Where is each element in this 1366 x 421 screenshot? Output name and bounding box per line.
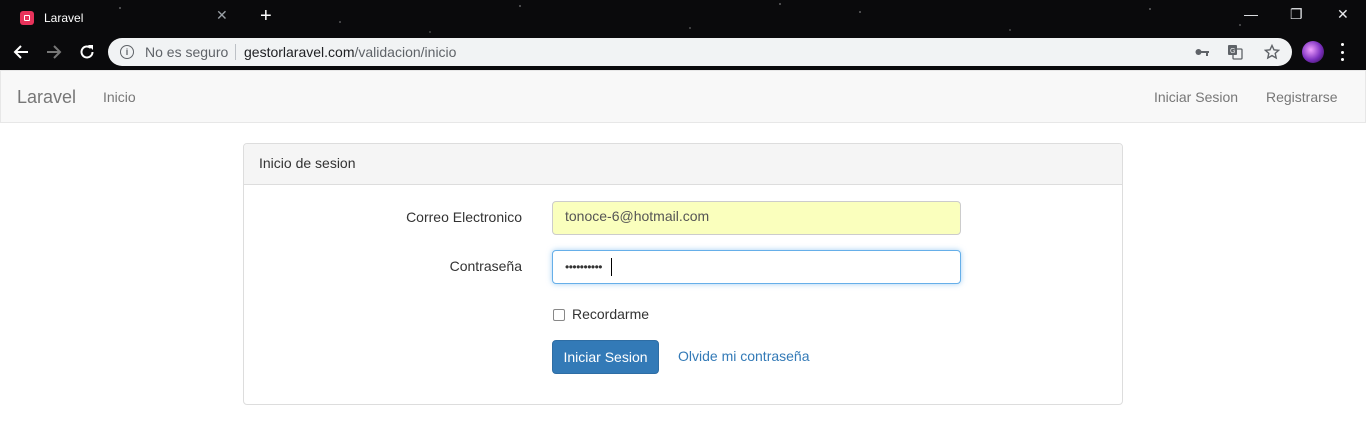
restore-icon[interactable]: ❐ (1290, 6, 1303, 22)
browser-chrome: Laravel ✕ + — ❐ ✕ i No es seguro gestorl… (0, 0, 1366, 70)
app-navbar: Laravel Inicio Iniciar Sesion Registrars… (0, 70, 1366, 123)
text-caret (611, 258, 612, 276)
forgot-password-link[interactable]: Olvide mi contraseña (678, 348, 810, 364)
back-arrow-icon[interactable] (10, 41, 32, 63)
key-icon[interactable] (1194, 44, 1210, 60)
email-label: Correo Electronico (406, 209, 522, 225)
menu-kebab-icon[interactable] (1341, 43, 1345, 61)
svg-text:G: G (1230, 48, 1235, 55)
reload-icon[interactable] (76, 41, 98, 63)
info-icon[interactable]: i (120, 45, 134, 59)
security-label[interactable]: No es seguro (145, 44, 228, 60)
minimize-icon[interactable]: — (1244, 6, 1258, 22)
email-field[interactable]: tonoce-6@hotmail.com (552, 201, 961, 235)
url-text[interactable]: gestorlaravel.com/validacion/inicio (244, 44, 456, 60)
password-label: Contraseña (449, 258, 522, 274)
password-field[interactable]: •••••••••• (552, 250, 961, 284)
panel-heading: Inicio de sesion (244, 144, 1122, 185)
profile-avatar[interactable] (1302, 41, 1324, 63)
login-submit-button[interactable]: Iniciar Sesion (552, 340, 659, 374)
url-separator (235, 44, 236, 60)
laravel-favicon-icon (20, 11, 34, 25)
tab-title: Laravel (44, 11, 84, 25)
tab-close-icon[interactable]: ✕ (216, 8, 228, 22)
nav-link-home[interactable]: Inicio (103, 89, 136, 105)
translate-icon[interactable]: G (1227, 44, 1243, 60)
navbar-brand[interactable]: Laravel (17, 87, 76, 108)
url-domain: gestorlaravel.com (244, 44, 355, 60)
remember-label[interactable]: Recordarme (572, 306, 649, 322)
address-bar[interactable]: i No es seguro gestorlaravel.com/validac… (108, 38, 1292, 66)
forward-arrow-icon[interactable] (43, 41, 65, 63)
new-tab-button[interactable]: + (260, 6, 272, 26)
close-window-icon[interactable]: ✕ (1337, 6, 1349, 22)
nav-link-login[interactable]: Iniciar Sesion (1154, 89, 1238, 105)
password-mask: •••••••••• (565, 260, 603, 274)
nav-link-register[interactable]: Registrarse (1266, 89, 1338, 105)
login-panel: Inicio de sesion Correo Electronico tono… (243, 143, 1123, 405)
url-path: /validacion/inicio (354, 44, 457, 60)
remember-checkbox[interactable] (553, 309, 565, 321)
browser-tab[interactable]: Laravel (8, 2, 244, 34)
star-icon[interactable] (1264, 44, 1280, 60)
